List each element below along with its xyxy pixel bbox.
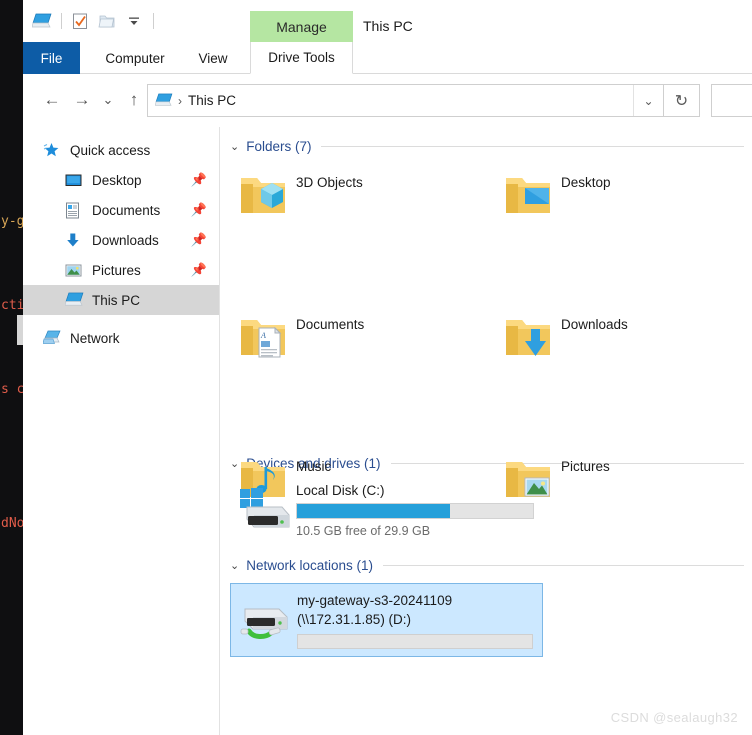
drive-usage-fill [297,504,451,518]
folder-3d-objects-icon [230,165,296,227]
chevron-down-icon[interactable]: ⌄ [230,559,239,572]
address-bar[interactable]: › This PC ⌄ [147,84,664,117]
terminal-line: dNo [1,516,23,531]
network-drive-icon [231,590,297,648]
folder-label: Desktop [561,175,611,190]
drive-name: Local Disk (C:) [296,483,385,498]
sidebar-item-documents[interactable]: Documents 📌 [23,195,219,225]
up-button[interactable]: ↑ [119,85,149,115]
sidebar-item-pictures[interactable]: Pictures 📌 [23,255,219,285]
sidebar-item-label: This PC [92,292,141,308]
breadcrumb-separator: › [178,93,182,108]
pictures-icon [65,261,85,279]
desktop-icon [65,171,85,189]
network-drive-tile[interactable]: my-gateway-s3-20241109 (\\172.31.1.85) (… [230,583,543,657]
group-title: Network locations (1) [246,557,374,573]
folder-label: Documents [296,317,365,332]
folder-tile[interactable]: A Documents [230,307,490,377]
chevron-down-icon[interactable]: ⌄ [230,140,239,153]
network-drive-usage-bar [297,634,533,649]
folder-downloads-icon [495,307,561,369]
file-explorer-window: y-g cti s c dNo y-g ate y-g [0,0,752,735]
star-icon [43,141,63,159]
sidebar-item-label: Downloads [92,232,159,248]
drive-tile-local-disk[interactable]: Local Disk (C:) 10.5 GB free of 29.9 GB [230,476,540,542]
forward-button[interactable]: → [67,85,97,115]
properties-icon[interactable] [67,8,93,34]
watermark: CSDN @sealaugh32 [610,710,738,725]
group-title: Folders (7) [246,138,312,154]
sidebar-item-label: Network [70,330,120,346]
sidebar-item-label: Documents [92,202,161,218]
tab-computer[interactable]: Computer [94,42,176,74]
folder-documents-icon: A [230,307,296,369]
customize-dropdown-icon[interactable] [121,8,147,34]
toolbar-separator [61,13,62,29]
back-button[interactable]: ← [37,85,67,115]
drive-info: Local Disk (C:) 10.5 GB free of 29.9 GB [296,480,534,538]
explorer-body: Quick access Desktop 📌 Documents 📌 Downl… [23,127,752,735]
contextual-tab-header: Manage [250,11,353,43]
new-folder-icon[interactable] [94,8,120,34]
folder-label: Pictures [561,459,610,474]
breadcrumb[interactable]: This PC [188,93,236,108]
network-drive-name-line1: my-gateway-s3-20241109 [297,593,453,608]
folder-label: Downloads [561,317,628,332]
folder-tile[interactable]: 3D Objects [230,165,490,235]
sidebar-item-network[interactable]: Network [23,323,219,353]
pin-icon[interactable]: 📌 [191,202,207,218]
this-pc-icon [65,291,85,309]
explorer-client-area: Manage This PC File Computer View Drive … [23,0,752,735]
sidebar-item-this-pc[interactable]: This PC [23,285,219,315]
documents-icon [65,201,85,219]
network-drive-name-line2: (\\172.31.1.85) (D:) [297,612,412,627]
chevron-down-icon[interactable]: ⌄ [633,85,663,116]
sidebar-item-desktop[interactable]: Desktop 📌 [23,165,219,195]
tab-drive-tools[interactable]: Drive Tools [250,42,353,74]
pin-icon[interactable]: 📌 [191,232,207,248]
windows-drive-icon [230,480,296,538]
folder-desktop-icon [495,165,561,227]
background-terminal: y-g cti s c dNo y-g ate y-g [0,0,23,735]
folder-tile[interactable]: Desktop [495,165,752,235]
group-header-network[interactable]: ⌄ Network locations (1) [230,552,752,578]
pin-icon[interactable]: 📌 [191,172,207,188]
pin-icon[interactable]: 📌 [191,262,207,278]
sidebar-item-downloads[interactable]: Downloads 📌 [23,225,219,255]
ribbon-tabbar: File Computer View Drive Tools [23,42,752,74]
sidebar-item-label: Pictures [92,262,141,278]
refresh-button[interactable]: ↻ [664,84,700,117]
folder-label: 3D Objects [296,175,363,190]
navigation-pane: Quick access Desktop 📌 Documents 📌 Downl… [23,127,220,735]
toolbar-separator-2 [153,13,154,29]
content-pane: ⌄ Folders (7) 3D Objects Desktop A Docum… [221,127,752,735]
group-rule [383,564,744,566]
sidebar-item-quick-access[interactable]: Quick access [23,135,219,165]
drive-free-text: 10.5 GB free of 29.9 GB [296,524,431,538]
this-pc-icon[interactable] [29,8,55,34]
sidebar-item-label: Desktop [92,172,142,188]
drive-usage-bar [296,503,534,519]
this-pc-icon [155,93,173,108]
network-drive-info: my-gateway-s3-20241109 (\\172.31.1.85) (… [297,590,533,649]
sidebar-item-label: Quick access [70,142,151,158]
recent-locations-button[interactable]: ⌄ [97,85,119,115]
group-header-folders[interactable]: ⌄ Folders (7) [230,133,752,159]
folder-label: Music [296,459,332,474]
folders-grid: 3D Objects Desktop A Documents Downloads… [230,159,752,641]
terminal-line: s c [1,382,23,397]
tab-view[interactable]: View [188,42,238,74]
window-title: This PC [363,18,413,34]
group-rule [321,145,744,147]
tab-file[interactable]: File [23,42,80,74]
downloads-icon [65,231,85,249]
network-icon [43,329,63,347]
folder-tile[interactable]: Downloads [495,307,752,377]
search-input[interactable] [711,84,752,117]
terminal-line: y-g [1,214,23,229]
svg-text:A: A [260,331,266,340]
